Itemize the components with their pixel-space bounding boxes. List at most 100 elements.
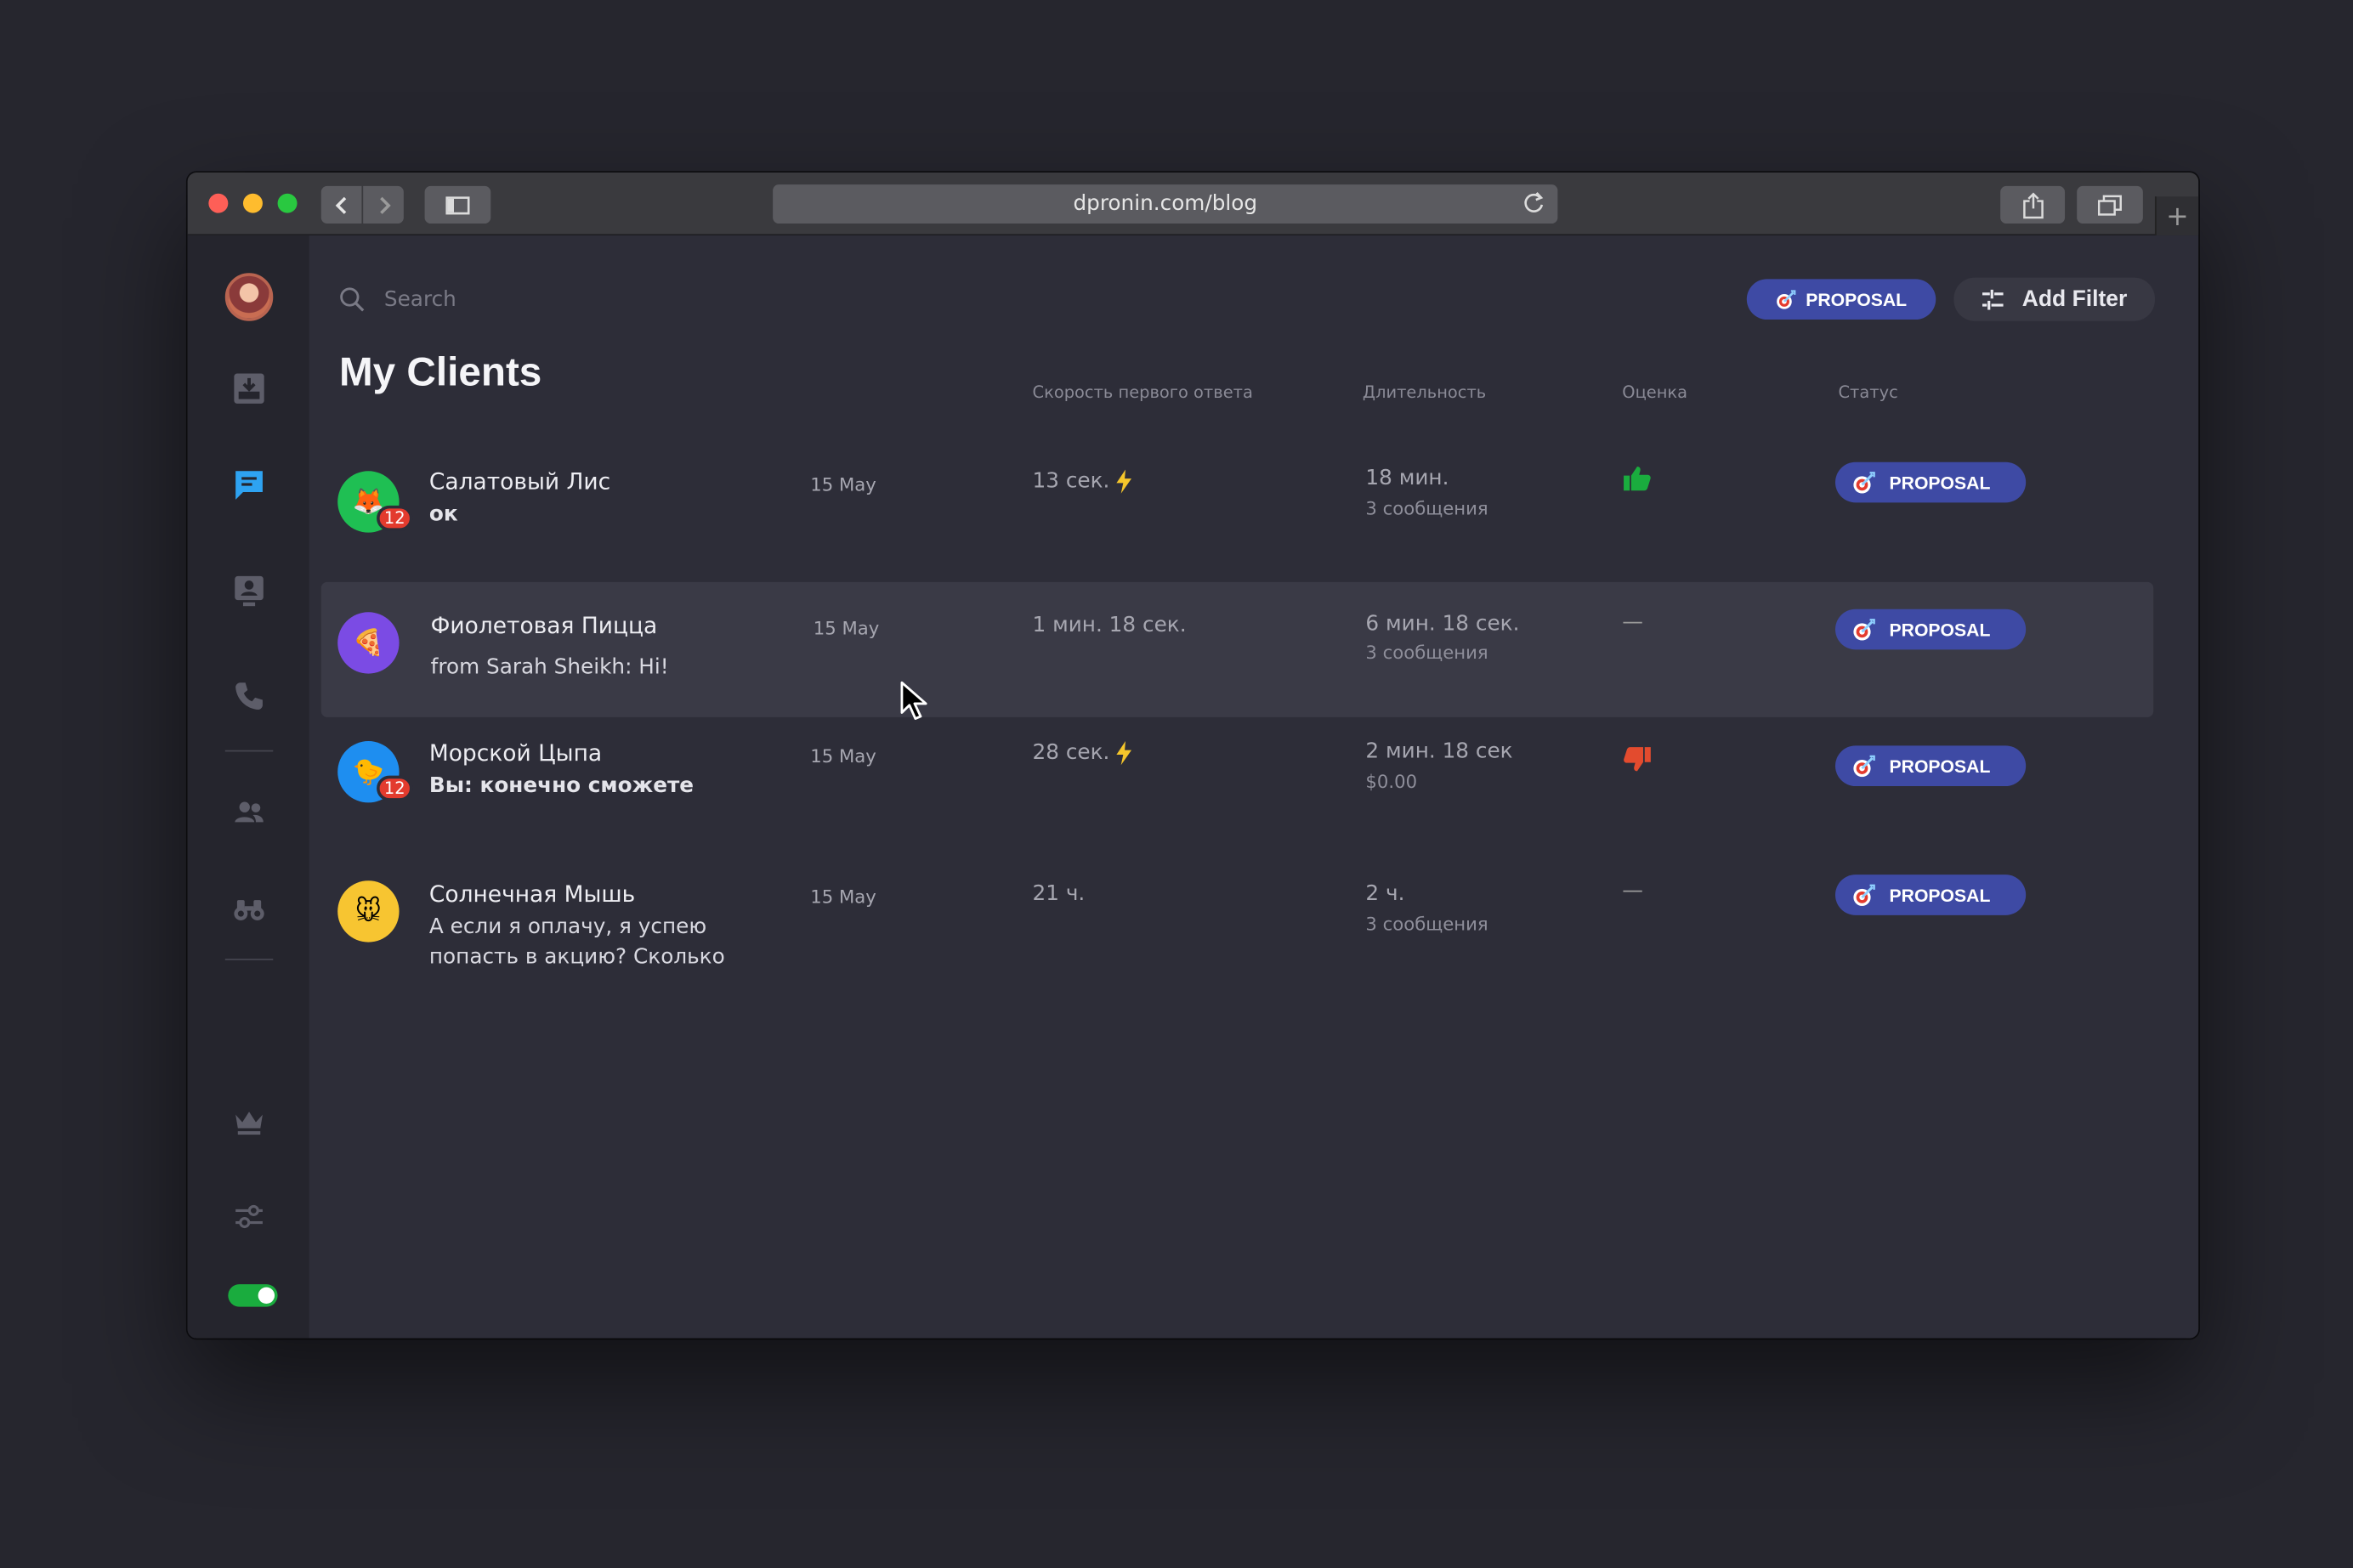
client-name: Морской Цыпа xyxy=(428,739,603,767)
zoom-window-button[interactable] xyxy=(277,193,298,213)
client-row[interactable]: 🦊 12 Салатовый Лис ок 15 May 13 сек. 18 … xyxy=(321,445,2153,580)
last-message: ок xyxy=(428,502,458,527)
search-placeholder: Search xyxy=(383,287,456,313)
client-row[interactable]: 🐤 12 Морской Цыпа Вы: конечно сможете 15… xyxy=(321,719,2153,854)
mouse-cursor-icon xyxy=(900,681,927,720)
phone-icon[interactable] xyxy=(233,680,266,713)
target-dart-icon xyxy=(1853,754,1875,777)
last-message: А если я оплачу, я успею попасть в акцию… xyxy=(428,914,725,970)
message-date: 15 May xyxy=(810,745,876,767)
sidebar xyxy=(187,235,309,1339)
main-content: Search PROPOSAL Add Filter My Clients Ск… xyxy=(309,235,2199,1338)
client-name: Фиолетовая Пицца xyxy=(430,612,658,640)
chat-icon[interactable] xyxy=(233,468,266,501)
first-response-speed: 1 мин. 18 сек. xyxy=(1033,614,1187,637)
client-avatar: 🍕 xyxy=(337,612,400,674)
share-icon xyxy=(2022,191,2043,218)
add-filter-button[interactable]: Add Filter xyxy=(1953,277,2155,321)
last-message: from Sarah Sheikh: Hi! xyxy=(430,655,669,680)
thumb-up-icon xyxy=(1624,467,1651,491)
target-dart-icon xyxy=(1853,618,1875,640)
status-label: PROPOSAL xyxy=(1889,472,1991,493)
client-name: Солнечная Мышь xyxy=(428,880,636,909)
column-header-status[interactable]: Статус xyxy=(1838,382,1897,402)
back-button[interactable] xyxy=(320,185,362,224)
status-badge[interactable]: PROPOSAL xyxy=(1834,875,2027,915)
speed-value: 13 сек. xyxy=(1032,469,1110,494)
client-row[interactable]: 🍕 Фиолетовая Пицца from Sarah Sheikh: Hi… xyxy=(320,581,2154,717)
proposal-filter-label: PROPOSAL xyxy=(1806,288,1908,310)
duration-sub: $0.00 xyxy=(1365,771,1418,793)
duration-sub: 3 сообщения xyxy=(1365,914,1488,935)
toggle-knob xyxy=(258,1287,275,1305)
new-tab-button[interactable]: + xyxy=(2154,196,2199,236)
search-icon xyxy=(340,287,365,312)
target-dart-icon xyxy=(1853,471,1875,493)
inbox-icon[interactable] xyxy=(233,372,266,405)
client-avatar: 🐭 xyxy=(337,880,400,942)
close-window-button[interactable] xyxy=(208,193,229,213)
client-name: Салатовый Лис xyxy=(428,467,611,495)
column-header-speed[interactable]: Скорость первого ответа xyxy=(1033,382,1253,402)
status-badge[interactable]: PROPOSAL xyxy=(1834,745,2027,787)
tabs-icon xyxy=(2097,194,2122,215)
last-message: Вы: конечно сможете xyxy=(428,773,695,799)
proposal-filter-button[interactable]: PROPOSAL xyxy=(1746,279,1936,320)
duration-sub: 3 сообщения xyxy=(1365,642,1488,664)
target-dart-icon xyxy=(1853,883,1875,906)
page-title: My Clients xyxy=(338,349,542,395)
url-text: dpronin.com/blog xyxy=(1073,191,1258,217)
target-dart-icon xyxy=(1777,289,1796,309)
user-avatar[interactable] xyxy=(224,273,274,321)
sidebar-divider xyxy=(224,959,274,960)
column-header-rating[interactable]: Оценка xyxy=(1622,382,1687,402)
duration: 6 мин. 18 сек. xyxy=(1365,612,1520,637)
first-response-speed: 21 ч. xyxy=(1033,882,1086,906)
sliders-icon[interactable] xyxy=(233,1200,266,1233)
thumb-down-icon xyxy=(1624,747,1651,772)
chevron-right-icon xyxy=(379,195,390,214)
share-button[interactable] xyxy=(2000,185,2066,224)
status-label: PROPOSAL xyxy=(1889,619,1991,640)
duration: 18 мин. xyxy=(1365,467,1449,491)
search-field[interactable]: Search xyxy=(339,286,456,314)
minimize-window-button[interactable] xyxy=(242,193,263,213)
binoculars-icon[interactable] xyxy=(233,892,266,926)
browser-window: dpronin.com/blog + Search PROPOSAL Add F… xyxy=(187,173,2199,1339)
duration: 2 мин. 18 сек xyxy=(1365,739,1513,764)
show-tabs-button[interactable] xyxy=(2077,185,2143,224)
unread-badge: 12 xyxy=(377,775,413,801)
app: Search PROPOSAL Add Filter My Clients Ск… xyxy=(187,235,2199,1339)
column-header-duration[interactable]: Длительность xyxy=(1363,382,1486,402)
duration-sub: 3 сообщения xyxy=(1365,498,1488,519)
status-badge[interactable]: PROPOSAL xyxy=(1834,609,2027,650)
status-badge[interactable]: PROPOSAL xyxy=(1834,461,2027,503)
status-label: PROPOSAL xyxy=(1889,755,1991,777)
address-bar[interactable]: dpronin.com/blog xyxy=(773,184,1558,224)
sidebar-toggle-button[interactable] xyxy=(424,185,491,224)
first-response-speed: 13 сек. xyxy=(1032,469,1134,494)
rating-empty: — xyxy=(1622,879,1644,903)
crown-icon[interactable] xyxy=(233,1106,266,1139)
contact-card-icon[interactable] xyxy=(233,575,266,608)
chevron-left-icon xyxy=(334,195,346,214)
duration: 2 ч. xyxy=(1365,881,1405,907)
status-label: PROPOSAL xyxy=(1889,884,1991,906)
lightning-icon xyxy=(1117,741,1132,766)
speed-value: 21 ч. xyxy=(1032,881,1086,907)
client-row[interactable]: 🐭 Солнечная Мышь А если я оплачу, я успе… xyxy=(321,857,2153,986)
unread-badge: 12 xyxy=(377,505,413,531)
lightning-icon xyxy=(1117,469,1132,494)
online-toggle[interactable] xyxy=(228,1284,278,1307)
sidebar-divider xyxy=(224,750,274,752)
speed-value: 28 сек. xyxy=(1032,741,1110,766)
first-response-speed: 28 сек. xyxy=(1032,741,1134,766)
sidebar-icon xyxy=(445,195,470,214)
reload-icon[interactable] xyxy=(1522,190,1545,216)
rating-empty: — xyxy=(1622,610,1644,635)
users-icon[interactable] xyxy=(233,796,266,829)
forward-button[interactable] xyxy=(363,185,404,224)
message-date: 15 May xyxy=(810,886,876,909)
filter-sliders-icon xyxy=(1982,288,2003,309)
message-date: 15 May xyxy=(813,618,880,640)
